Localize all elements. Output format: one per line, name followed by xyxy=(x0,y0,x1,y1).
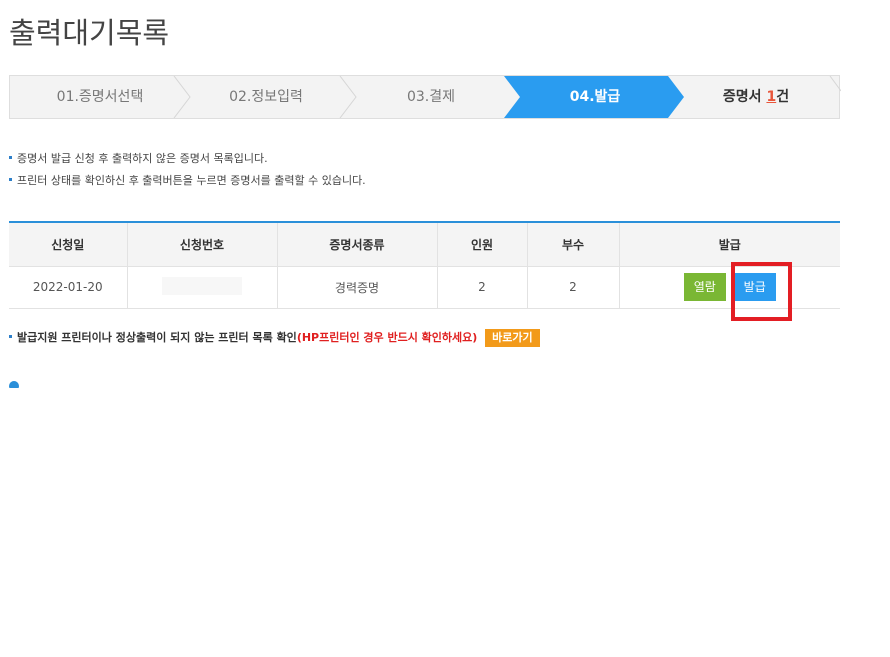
note-item: 프린터 상태를 확인하신 후 출력버튼을 누르면 증명서를 출력할 수 있습니다… xyxy=(9,173,366,195)
step-select-certificate: 01.증명서선택 xyxy=(56,89,144,105)
printer-note: 발급지원 프린터이나 정상출력이 되지 않는 프린터 목록 확인(HP프린터인 … xyxy=(9,329,540,347)
step-payment: 03.결제 xyxy=(406,89,456,105)
cell-actions: 열람 발급 xyxy=(619,266,840,309)
view-button[interactable]: 열람 xyxy=(683,273,726,301)
bullet-icon xyxy=(9,156,12,159)
header-number: 신청번호 xyxy=(127,223,278,267)
header-type: 증명서종류 xyxy=(277,223,438,267)
cell-number xyxy=(127,266,278,309)
cell-number-value xyxy=(162,276,242,295)
table-row: 2022-01-20 경력증명 2 2 열람 발급 xyxy=(9,266,840,309)
count-suffix: 건 xyxy=(776,89,790,105)
print-queue-table: 신청일 신청번호 증명서종류 인원 부수 발급 2022-01-20 경력증명 … xyxy=(9,221,840,309)
count-number: 1 xyxy=(766,89,777,105)
header-issue: 발급 xyxy=(619,223,840,267)
count-prefix: 증명서 xyxy=(722,89,767,105)
bullet-icon xyxy=(9,335,12,338)
page-title: 출력대기목록 xyxy=(9,16,170,50)
cell-copies: 2 xyxy=(527,266,620,309)
bullet-icon xyxy=(9,178,12,181)
table-header-row: 신청일 신청번호 증명서종류 인원 부수 발급 xyxy=(9,223,840,267)
header-date: 신청일 xyxy=(9,223,128,267)
progress-steps: 01.증명서선택 02.정보입력 03.결제 04.발급 증명서 1건 xyxy=(9,75,841,119)
header-people: 인원 xyxy=(437,223,528,267)
cell-people: 2 xyxy=(437,266,528,309)
info-notes: 증명서 발급 신청 후 출력하지 않은 증명서 목록입니다. 프린터 상태를 확… xyxy=(9,151,366,195)
header-copies: 부수 xyxy=(527,223,620,267)
note-text: 프린터 상태를 확인하신 후 출력버튼을 누르면 증명서를 출력할 수 있습니다… xyxy=(17,174,366,187)
step-enter-info: 02.정보입력 xyxy=(229,89,303,105)
circle-bullet-icon xyxy=(9,381,19,388)
goto-button[interactable]: 바로가기 xyxy=(485,329,540,347)
highlight-box xyxy=(731,262,792,321)
note-item: 증명서 발급 신청 후 출력하지 않은 증명서 목록입니다. xyxy=(9,151,366,173)
step-issue: 04.발급 xyxy=(569,89,621,105)
cell-date: 2022-01-20 xyxy=(9,266,128,309)
certificate-count: 증명서 1건 xyxy=(680,76,832,118)
cell-type: 경력증명 xyxy=(277,266,438,309)
note-text: 증명서 발급 신청 후 출력하지 않은 증명서 목록입니다. xyxy=(17,152,268,165)
cut-off-section-heading xyxy=(9,380,840,388)
printer-warning-text: (HP프린터인 경우 반드시 확인하세요) xyxy=(296,331,478,344)
printer-note-text: 발급지원 프린터이나 정상출력이 되지 않는 프린터 목록 확인 xyxy=(17,331,297,344)
